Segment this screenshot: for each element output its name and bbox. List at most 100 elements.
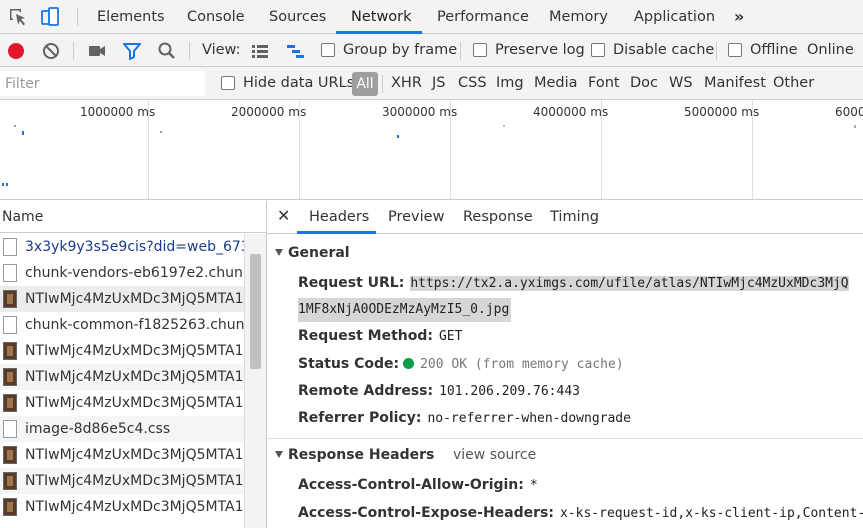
filter-type-media[interactable]: Media xyxy=(534,67,578,100)
waterfall-overview-icon[interactable] xyxy=(284,40,306,62)
request-name: NTIwMjc4MzUxMDc3MjQ5MTA1. xyxy=(25,343,244,359)
request-row[interactable]: NTIwMjc4MzUxMDc3MjQ5MTA1. xyxy=(0,390,244,416)
header-value: * xyxy=(529,478,538,493)
request-row[interactable]: NTIwMjc4MzUxMDc3MjQ5MTA1. xyxy=(0,442,244,468)
scrollbar-thumb[interactable] xyxy=(250,254,261,369)
toolbar-divider xyxy=(73,42,74,60)
preserve-log-label: Preserve log xyxy=(495,42,585,58)
tab-timing[interactable]: Timing xyxy=(550,201,599,233)
referrer-policy-row: Referrer Policy: no-referrer-when-downgra… xyxy=(298,407,631,429)
filter-type-manifest[interactable]: Manifest xyxy=(704,67,766,100)
image-file-icon xyxy=(3,446,17,464)
record-icon[interactable] xyxy=(5,40,27,62)
screenshot-camera-icon[interactable] xyxy=(86,40,108,62)
filter-type-ws[interactable]: WS xyxy=(669,67,693,100)
headers-panel: General Request URL: https://tx2.a.yximgs… xyxy=(267,234,863,528)
tab-console[interactable]: Console xyxy=(187,0,245,34)
response-headers-section-toggle[interactable]: Response Headers xyxy=(275,444,434,466)
clear-icon[interactable] xyxy=(40,40,62,62)
header-value: 101.206.209.76:443 xyxy=(439,384,580,399)
group-by-frame-label: Group by frame xyxy=(343,42,458,58)
filter-type-font[interactable]: Font xyxy=(588,67,620,100)
request-list-scrollbar[interactable] xyxy=(244,234,266,528)
script-file-icon xyxy=(3,316,17,334)
tab-application[interactable]: Application xyxy=(634,0,715,34)
filter-input[interactable] xyxy=(0,71,205,96)
request-name: NTIwMjc4MzUxMDc3MjQ5MTA1. xyxy=(25,395,244,411)
overview-time-label: 1000000 ms xyxy=(80,105,156,119)
hide-data-urls-checkbox[interactable] xyxy=(221,76,235,90)
disable-cache-label: Disable cache xyxy=(613,42,715,58)
throttling-select[interactable]: Online xyxy=(807,34,854,67)
tab-response[interactable]: Response xyxy=(463,201,533,233)
filter-icon[interactable] xyxy=(121,40,143,62)
toolbar-divider xyxy=(77,8,78,26)
device-toolbar-icon[interactable] xyxy=(38,5,62,29)
request-name: NTIwMjc4MzUxMDc3MjQ5MTA1. xyxy=(25,369,244,385)
close-icon[interactable]: ✕ xyxy=(277,201,290,233)
filter-type-xhr[interactable]: XHR xyxy=(391,67,422,100)
response-headers-title: Response Headers xyxy=(288,447,435,463)
filter-type-css[interactable]: CSS xyxy=(458,67,487,100)
overview-request-mark xyxy=(503,125,505,127)
filter-type-img[interactable]: Img xyxy=(496,67,524,100)
network-overview[interactable]: 1000000 ms 2000000 ms 3000000 ms 4000000… xyxy=(0,100,863,200)
request-detail-tabs: ✕ Headers Preview Response Timing xyxy=(267,201,863,234)
request-name: image-8d86e5c4.css xyxy=(25,421,171,437)
request-row[interactable]: NTIwMjc4MzUxMDc3MjQ5MTA1. xyxy=(0,338,244,364)
request-name: 3x3yk9y3s5e9cis?did=web_6735b xyxy=(25,239,244,255)
expand-triangle-icon xyxy=(275,451,283,458)
search-icon[interactable] xyxy=(156,40,178,62)
request-row[interactable]: 3x3yk9y3s5e9cis?did=web_6735b xyxy=(0,234,244,260)
name-column-header[interactable]: Name xyxy=(0,201,266,233)
request-row[interactable]: chunk-common-f1825263.chunk.c xyxy=(0,312,244,338)
overview-time-label: 4000000 ms xyxy=(533,105,609,119)
tab-sources[interactable]: Sources xyxy=(269,0,326,34)
disable-cache-checkbox[interactable] xyxy=(591,43,605,57)
overview-request-mark xyxy=(160,131,162,133)
request-row[interactable]: NTIwMjc4MzUxMDc3MjQ5MTA1. xyxy=(0,364,244,390)
filter-type-all[interactable]: All xyxy=(352,72,378,96)
large-rows-icon[interactable] xyxy=(249,40,271,62)
request-list: 3x3yk9y3s5e9cis?did=web_6735b chunk-vend… xyxy=(0,234,244,528)
tab-network[interactable]: Network xyxy=(351,0,412,34)
request-row[interactable]: NTIwMjc4MzUxMDc3MjQ5MTA1. xyxy=(0,468,244,494)
header-key: Referrer Policy: xyxy=(298,410,422,426)
view-source-link[interactable]: view source xyxy=(453,444,536,466)
inspect-element-icon[interactable] xyxy=(6,5,30,29)
overview-request-mark xyxy=(854,125,856,128)
view-label: View: xyxy=(202,42,241,58)
request-url-value-continued[interactable]: 1MF8xNjA0ODEzMzAyMzI5_0.jpg xyxy=(298,298,512,322)
acao-row: Access-Control-Allow-Origin: * xyxy=(298,474,538,496)
tab-memory[interactable]: Memory xyxy=(549,0,608,34)
request-row[interactable]: chunk-vendors-eb6197e2.chunk.c xyxy=(0,260,244,286)
offline-checkbox[interactable] xyxy=(728,43,742,57)
request-row[interactable]: image-8d86e5c4.css xyxy=(0,416,244,442)
more-tabs-icon[interactable]: » xyxy=(734,0,744,34)
filter-type-other[interactable]: Other xyxy=(773,67,814,100)
general-section-toggle[interactable]: General xyxy=(275,242,350,264)
request-row-selected[interactable]: NTIwMjc4MzUxMDc3MjQ5MTA1. xyxy=(0,286,244,312)
overview-request-mark xyxy=(22,131,24,135)
header-value: GET xyxy=(438,329,463,344)
status-ok-icon xyxy=(403,358,415,369)
request-row[interactable]: NTIwMjc4MzUxMDc3MjQ5MTA1. xyxy=(0,494,244,520)
tab-preview[interactable]: Preview xyxy=(388,201,444,233)
tab-elements[interactable]: Elements xyxy=(97,0,165,34)
header-key: Request Method: xyxy=(298,328,433,344)
preserve-log-checkbox[interactable] xyxy=(473,43,487,57)
filter-divider xyxy=(382,75,383,93)
document-file-icon xyxy=(3,238,17,256)
filter-type-doc[interactable]: Doc xyxy=(630,67,658,100)
request-name: NTIwMjc4MzUxMDc3MjQ5MTA1. xyxy=(25,499,244,515)
request-name: chunk-vendors-eb6197e2.chunk.c xyxy=(25,265,244,281)
aceh-row: Access-Control-Expose-Headers: x-ks-reque… xyxy=(298,502,863,524)
header-key: Status Code: xyxy=(298,356,400,372)
general-section-title: General xyxy=(288,245,350,261)
group-by-frame-checkbox[interactable] xyxy=(321,43,335,57)
request-url-row: Request URL: https://tx2.a.yximgs.com/ufi… xyxy=(298,272,849,294)
request-url-value[interactable]: https://tx2.a.yximgs.com/ufile/atlas/NTI… xyxy=(410,276,849,291)
tab-performance[interactable]: Performance xyxy=(437,0,529,34)
tab-headers[interactable]: Headers xyxy=(309,201,369,233)
filter-type-js[interactable]: JS xyxy=(432,67,445,100)
